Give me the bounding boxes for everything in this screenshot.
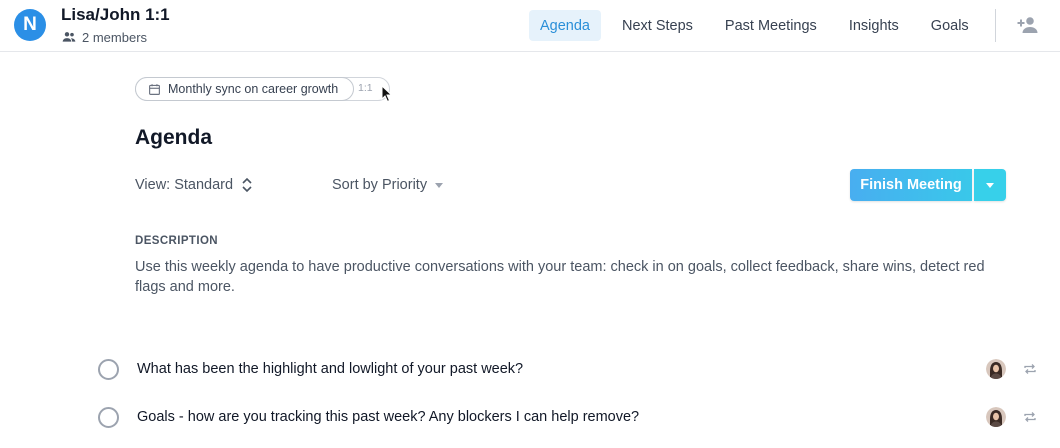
members-link[interactable]: 2 members (61, 29, 147, 45)
agenda-item-checkbox[interactable] (98, 358, 119, 380)
avatar[interactable] (986, 359, 1006, 379)
avatar[interactable] (986, 407, 1006, 427)
description-text: Use this weekly agenda to have productiv… (135, 259, 985, 295)
view-selector[interactable]: View: Standard (135, 177, 253, 193)
meeting-series-label: Monthly sync on career growth (168, 82, 339, 96)
repeat-icon[interactable] (1023, 410, 1037, 424)
page-title: Agenda (135, 126, 213, 149)
description-heading: DESCRIPTION (135, 235, 218, 247)
finish-meeting-dropdown[interactable] (974, 169, 1006, 201)
top-bar: N Lisa/John 1:1 2 members Agenda Next St… (0, 0, 1060, 52)
tab-agenda[interactable]: Agenda (529, 10, 601, 41)
tab-goals[interactable]: Goals (920, 10, 980, 41)
agenda-item-checkbox[interactable] (98, 406, 119, 428)
chevron-down-icon (435, 183, 444, 188)
chevron-down-icon (986, 183, 994, 188)
meeting-type-tag: 1:1 (358, 82, 373, 94)
sort-selector[interactable]: Sort by Priority (332, 177, 444, 193)
header-divider (995, 9, 996, 42)
repeat-icon[interactable] (1023, 362, 1037, 376)
view-label: View: Standard (135, 177, 234, 193)
nav-tabs: Agenda Next Steps Past Meetings Insights… (529, 10, 990, 41)
add-person-icon[interactable] (1016, 13, 1040, 37)
meeting-series-chip[interactable]: Monthly sync on career growth (135, 77, 354, 101)
mouse-cursor-icon (381, 85, 393, 103)
meeting-series-chip-container: Monthly sync on career growth 1:1 (135, 77, 390, 101)
people-icon (62, 32, 76, 42)
finish-meeting-button[interactable]: Finish Meeting (850, 169, 972, 201)
sort-updown-icon (242, 177, 252, 193)
agenda-item-text[interactable]: What has been the highlight and lowlight… (137, 361, 523, 377)
tab-next-steps[interactable]: Next Steps (611, 10, 704, 41)
app-logo[interactable]: N (14, 9, 46, 41)
sort-label: Sort by Priority (332, 177, 428, 193)
finish-meeting-group: Finish Meeting (850, 169, 1006, 201)
tab-past-meetings[interactable]: Past Meetings (714, 10, 828, 41)
meeting-title: Lisa/John 1:1 (61, 5, 170, 24)
tab-insights[interactable]: Insights (838, 10, 910, 41)
members-count: 2 members (82, 29, 148, 45)
calendar-icon (149, 83, 160, 95)
agenda-item: Goals - how are you tracking this past w… (98, 405, 1043, 429)
agenda-item-text[interactable]: Goals - how are you tracking this past w… (137, 409, 639, 425)
agenda-item: What has been the highlight and lowlight… (98, 357, 1043, 381)
